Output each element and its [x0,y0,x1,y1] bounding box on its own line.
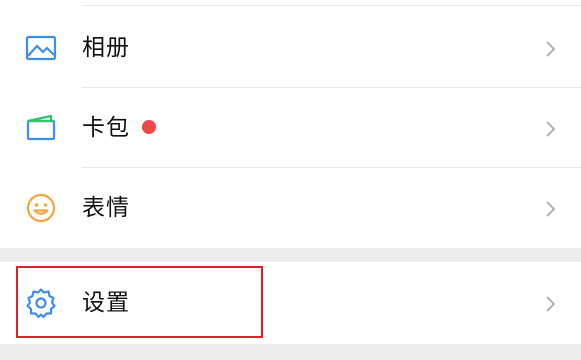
menu-item-album[interactable]: 相册 [0,8,581,88]
menu-item-card-wallet[interactable]: 卡包 [0,88,581,168]
emoji-smile-icon [24,191,58,225]
highlight-box [16,266,263,338]
photo-album-icon [24,31,58,65]
chevron-right-icon [545,40,557,58]
menu-item-label: 卡包 [82,115,130,141]
menu-item-label: 相册 [82,35,130,61]
notification-dot [142,120,156,134]
card-wallet-icon [24,111,58,145]
chevron-right-icon [545,200,557,218]
chevron-right-icon [545,120,557,138]
divider [82,5,581,6]
chevron-right-icon [545,295,557,313]
menu-item-stickers[interactable]: 表情 [0,168,581,248]
menu-item-label: 表情 [82,195,130,221]
menu-group-primary: 相册 卡包 表情 [0,0,581,248]
me-menu-page: 相册 卡包 表情 设置 [0,0,581,360]
